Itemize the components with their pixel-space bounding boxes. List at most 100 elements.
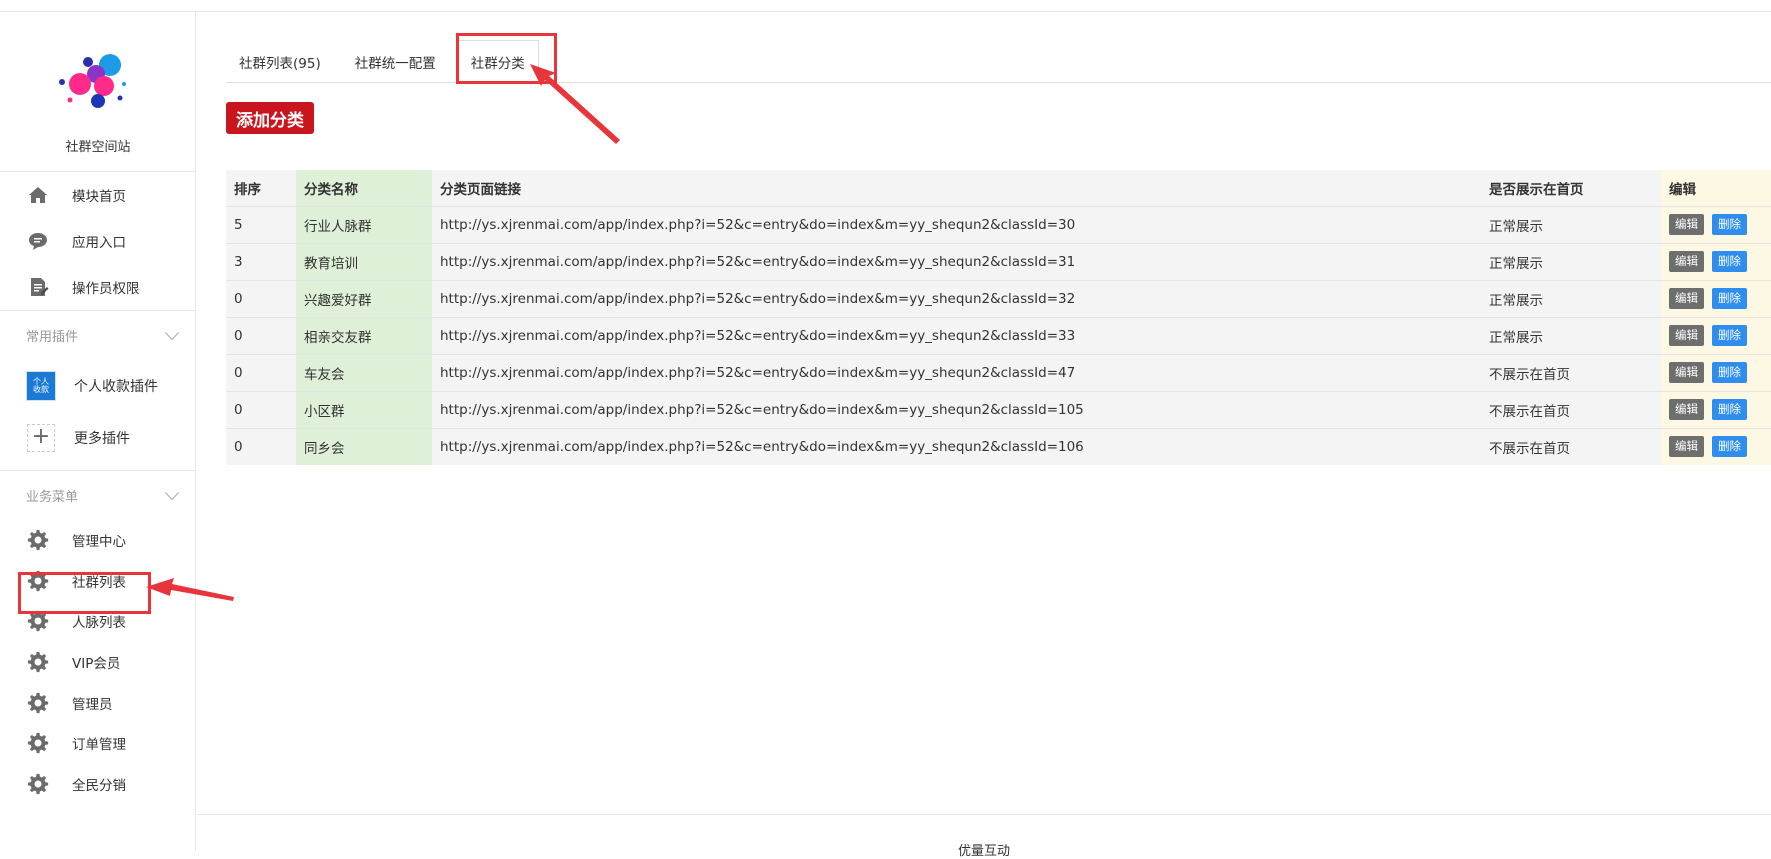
column-header-name: 分类名称 xyxy=(296,170,432,206)
cell-name: 车友会 xyxy=(296,353,432,391)
plugin-item-personal-payment[interactable]: 个人 收款 个人收款插件 xyxy=(0,360,195,412)
tab-community-config[interactable]: 社群统一配置 xyxy=(342,40,449,83)
logo-area: 社群空间站 xyxy=(0,12,195,172)
cell-actions: 编辑 删除 xyxy=(1661,316,1771,354)
gear-icon xyxy=(26,650,50,674)
sidebar-item-business-1[interactable]: 社群列表 xyxy=(0,561,195,602)
sidebar: 社群空间站 模块首页 应用入口 操作员权限 常用插件 个人 收款 个人收款插件 … xyxy=(0,12,196,851)
cell-link[interactable]: http://ys.xjrenmai.com/app/index.php?i=5… xyxy=(432,279,1481,317)
delete-button[interactable]: 删除 xyxy=(1712,325,1747,346)
delete-button[interactable]: 删除 xyxy=(1712,251,1747,272)
table-row: 0 车友会 http://ys.xjrenmai.com/app/index.php… xyxy=(226,353,1771,391)
cell-link[interactable]: http://ys.xjrenmai.com/app/index.php?i=5… xyxy=(432,390,1481,428)
column-header-link: 分类页面链接 xyxy=(432,170,1481,206)
table-header-row: 排序 分类名称 分类页面链接 是否展示在首页 编辑 xyxy=(226,170,1771,206)
add-category-button[interactable]: 添加分类 xyxy=(226,102,314,134)
cell-link[interactable]: http://ys.xjrenmai.com/app/index.php?i=5… xyxy=(432,353,1481,391)
sidebar-item-label: 操作员权限 xyxy=(72,281,140,297)
chat-bubble-icon xyxy=(26,229,50,253)
table-row: 5 行业人脉群 http://ys.xjrenmai.com/app/index.p… xyxy=(226,205,1771,243)
gear-icon xyxy=(26,528,50,552)
sidebar-item-module-home[interactable]: 模块首页 xyxy=(0,172,195,218)
cell-actions: 编辑 删除 xyxy=(1661,390,1771,428)
table-row: 3 教育培训 http://ys.xjrenmai.com/app/index.ph… xyxy=(226,242,1771,280)
business-section-header[interactable]: 业务菜单 xyxy=(0,470,195,520)
edit-button[interactable]: 编辑 xyxy=(1669,399,1704,420)
cell-actions: 编辑 删除 xyxy=(1661,279,1771,317)
sidebar-item-business-0[interactable]: 管理中心 xyxy=(0,520,195,561)
sidebar-item-business-4[interactable]: 管理员 xyxy=(0,682,195,723)
plugin-item-more[interactable]: + 更多插件 xyxy=(0,412,195,464)
cell-name: 兴趣爱好群 xyxy=(296,279,432,317)
edit-button[interactable]: 编辑 xyxy=(1669,251,1704,272)
cell-show: 不展示在首页 xyxy=(1481,353,1661,391)
delete-button[interactable]: 删除 xyxy=(1712,362,1747,383)
chevron-down-icon xyxy=(164,485,180,500)
top-bar xyxy=(0,0,1771,12)
cell-link[interactable]: http://ys.xjrenmai.com/app/index.php?i=5… xyxy=(432,205,1481,243)
delete-button[interactable]: 删除 xyxy=(1712,214,1747,235)
edit-button[interactable]: 编辑 xyxy=(1669,362,1704,383)
delete-button[interactable]: 删除 xyxy=(1712,288,1747,309)
document-edit-icon xyxy=(26,275,50,299)
delete-button[interactable]: 删除 xyxy=(1712,436,1747,458)
plugin-thumb: 个人 收款 xyxy=(26,371,56,401)
plugins-section-header[interactable]: 常用插件 xyxy=(0,310,195,360)
delete-button[interactable]: 删除 xyxy=(1712,399,1747,420)
edit-button[interactable]: 编辑 xyxy=(1669,325,1704,346)
gear-icon xyxy=(26,609,50,633)
sidebar-item-label: 模块首页 xyxy=(72,189,126,205)
cell-name: 同乡会 xyxy=(296,427,432,465)
sidebar-item-business-2[interactable]: 人脉列表 xyxy=(0,601,195,642)
sidebar-item-operator-permissions[interactable]: 操作员权限 xyxy=(0,264,195,310)
site-name: 社群空间站 xyxy=(65,140,131,155)
cell-show: 正常展示 xyxy=(1481,316,1661,354)
plus-icon: + xyxy=(26,423,56,453)
plugin-thumb-line: 收款 xyxy=(33,385,49,394)
cell-link[interactable]: http://ys.xjrenmai.com/app/index.php?i=5… xyxy=(432,242,1481,280)
cell-name: 教育培训 xyxy=(296,242,432,280)
table-row: 0 小区群 http://ys.xjrenmai.com/app/index.php… xyxy=(226,390,1771,428)
sidebar-item-label: 应用入口 xyxy=(72,235,126,251)
edit-button[interactable]: 编辑 xyxy=(1669,214,1704,235)
logo-icon xyxy=(59,54,126,108)
table-row: 0 兴趣爱好群 http://ys.xjrenmai.com/app/index.p… xyxy=(226,279,1771,317)
sidebar-item-label: VIP会员 xyxy=(72,656,121,673)
sidebar-item-business-6[interactable]: 全民分销 xyxy=(0,764,195,805)
cell-actions: 编辑 删除 xyxy=(1661,427,1771,465)
gear-icon xyxy=(26,569,50,593)
section-title: 常用插件 xyxy=(26,330,79,345)
cell-order: 0 xyxy=(226,427,296,465)
cell-order: 0 xyxy=(226,316,296,354)
cell-actions: 编辑 删除 xyxy=(1661,205,1771,243)
tab-community-list[interactable]: 社群列表(95) xyxy=(226,40,334,83)
business-menu: 管理中心社群列表人脉列表 VIP会员管理员 订单管理全民分销 xyxy=(0,520,195,804)
plugin-label: 个人收款插件 xyxy=(74,379,158,395)
edit-button[interactable]: 编辑 xyxy=(1669,288,1704,309)
cell-show: 正常展示 xyxy=(1481,279,1661,317)
home-icon xyxy=(26,183,50,207)
sidebar-item-business-3[interactable]: VIP会员 xyxy=(0,642,195,683)
sidebar-item-label: 全民分销 xyxy=(72,777,126,794)
cell-show: 正常展示 xyxy=(1481,242,1661,280)
cell-name: 相亲交友群 xyxy=(296,316,432,354)
section-title: 业务菜单 xyxy=(26,490,79,505)
tab-community-category[interactable]: 社群分类 xyxy=(456,40,539,84)
cell-order: 0 xyxy=(226,390,296,428)
gear-icon xyxy=(26,772,50,796)
edit-button[interactable]: 编辑 xyxy=(1669,436,1704,458)
cell-link[interactable]: http://ys.xjrenmai.com/app/index.php?i=5… xyxy=(432,316,1481,354)
sidebar-item-label: 社群列表 xyxy=(72,574,126,591)
column-header-edit: 编辑 xyxy=(1661,170,1771,206)
cell-order: 0 xyxy=(226,279,296,317)
table-row: 0 同乡会 http://ys.xjrenmai.com/app/index.php… xyxy=(226,427,1771,465)
sidebar-item-label: 人脉列表 xyxy=(72,615,126,632)
cell-link[interactable]: http://ys.xjrenmai.com/app/index.php?i=5… xyxy=(432,427,1481,465)
sidebar-item-app-entry[interactable]: 应用入口 xyxy=(0,218,195,264)
gear-icon xyxy=(26,731,50,755)
cell-show: 不展示在首页 xyxy=(1481,427,1661,465)
table-row: 0 相亲交友群 http://ys.xjrenmai.com/app/index.p… xyxy=(226,316,1771,354)
sidebar-item-business-5[interactable]: 订单管理 xyxy=(0,723,195,764)
chevron-down-icon xyxy=(164,325,180,340)
footer-divider xyxy=(197,814,1771,815)
